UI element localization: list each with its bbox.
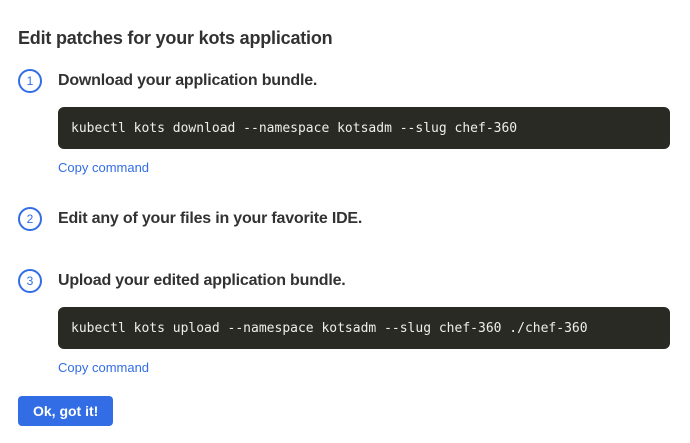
upload-command-text: kubectl kots upload --namespace kotsadm … — [71, 321, 588, 336]
step-2-heading: Edit any of your files in your favorite … — [58, 208, 670, 230]
edit-patches-panel: Edit patches for your kots application 1… — [0, 0, 690, 443]
step-1-number-badge: 1 — [18, 69, 42, 93]
step-edit: 2 Edit any of your files in your favorit… — [18, 207, 670, 231]
upload-command-codeblock: kubectl kots upload --namespace kotsadm … — [58, 307, 670, 349]
page-title: Edit patches for your kots application — [18, 27, 670, 49]
step-3-number-badge: 3 — [18, 269, 42, 293]
copy-download-command-link[interactable]: Copy command — [58, 160, 149, 175]
step-3-content: kubectl kots upload --namespace kotsadm … — [58, 293, 670, 377]
step-2-number-badge: 2 — [18, 207, 42, 231]
download-command-codeblock: kubectl kots download --namespace kotsad… — [58, 107, 670, 149]
step-1-heading: Download your application bundle. — [58, 70, 670, 92]
step-1-content: kubectl kots download --namespace kotsad… — [58, 93, 670, 177]
copy-upload-command-link[interactable]: Copy command — [58, 360, 149, 375]
step-2-number: 2 — [27, 212, 34, 226]
ok-got-it-button[interactable]: Ok, got it! — [18, 396, 113, 426]
download-command-text: kubectl kots download --namespace kotsad… — [71, 121, 517, 136]
step-3-heading: Upload your edited application bundle. — [58, 270, 670, 292]
step-3-number: 3 — [27, 274, 34, 288]
step-1-number: 1 — [27, 74, 34, 88]
step-download: 1 Download your application bundle. kube… — [18, 69, 670, 177]
step-upload: 3 Upload your edited application bundle.… — [18, 269, 670, 377]
